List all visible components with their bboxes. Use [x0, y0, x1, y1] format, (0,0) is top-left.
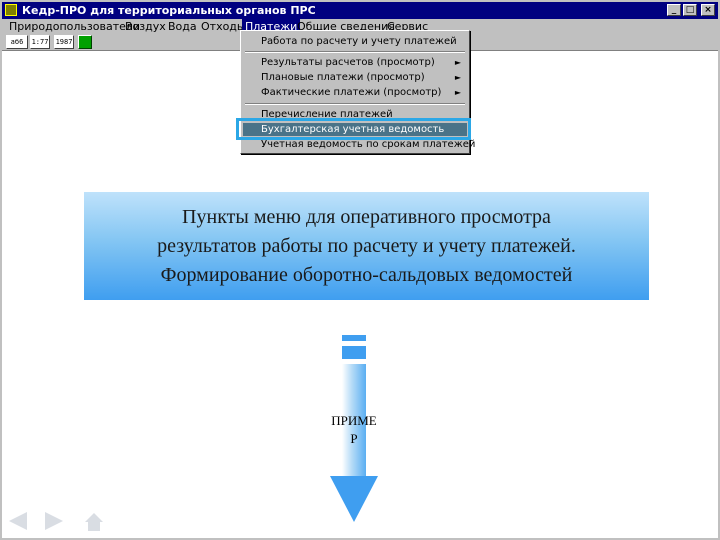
dropdown-separator — [245, 51, 465, 53]
home-icon[interactable] — [84, 512, 104, 532]
dropdown-item-label: Учетная ведомость по срокам платежей — [261, 139, 476, 150]
previous-slide-icon[interactable] — [9, 512, 27, 530]
callout-line: Формирование оборотно-сальдовых ведомост… — [160, 264, 573, 286]
dropdown-item-actual-payments[interactable]: Фактические платежи (просмотр) ► — [243, 86, 467, 99]
toolbar-button-ratio[interactable]: 1:77 — [30, 35, 50, 49]
selection-highlight-frame — [236, 118, 471, 140]
submenu-arrow-icon: ► — [454, 73, 461, 82]
close-button[interactable]: × — [701, 4, 715, 16]
dropdown-item-calc-results[interactable]: Результаты расчетов (просмотр) ► — [243, 56, 467, 69]
title-bar[interactable]: Кедр-ПРО для территориальных органов ПРС… — [2, 2, 718, 19]
dropdown-item-label: Фактические платежи (просмотр) — [261, 87, 442, 98]
dropdown-item-label: Результаты расчетов (просмотр) — [261, 57, 435, 68]
app-icon — [5, 4, 17, 16]
window-title: Кедр-ПРО для территориальных органов ПРС — [22, 4, 316, 17]
dropdown-item-payment-work[interactable]: Работа по расчету и учету платежей — [243, 35, 467, 48]
menu-item-air[interactable]: Воздух — [122, 19, 169, 34]
down-arrow-icon — [330, 476, 378, 522]
example-label: ПРИМЕ Р — [300, 412, 408, 448]
example-label-line: ПРИМЕ — [331, 413, 377, 428]
explanation-callout: Пункты меню для оперативного просмотра р… — [84, 192, 649, 300]
arrow-stripe — [342, 346, 366, 359]
next-slide-icon[interactable] — [45, 512, 63, 530]
window-controls: _ □ × — [667, 4, 715, 16]
dropdown-separator — [245, 103, 465, 105]
minimize-button[interactable]: _ — [667, 4, 681, 16]
dropdown-item-label: Плановые платежи (просмотр) — [261, 72, 425, 83]
dropdown-item-label: Работа по расчету и учету платежей — [261, 36, 457, 47]
example-label-line: Р — [350, 431, 358, 446]
toolbar-button-exit[interactable] — [78, 35, 92, 49]
toolbar-button-year[interactable]: 1987 — [54, 35, 74, 49]
callout-line: результатов работы по расчету и учету пл… — [157, 235, 576, 257]
dropdown-item-planned-payments[interactable]: Плановые платежи (просмотр) ► — [243, 71, 467, 84]
menu-item-water[interactable]: Вода — [165, 19, 200, 34]
submenu-arrow-icon: ► — [454, 88, 461, 97]
submenu-arrow-icon: ► — [454, 58, 461, 67]
callout-line: Пункты меню для оперативного просмотра — [182, 206, 551, 228]
arrow-stripe — [342, 335, 366, 341]
toolbar-button-abc[interactable]: аб6 — [6, 35, 28, 49]
maximize-button[interactable]: □ — [683, 4, 697, 16]
